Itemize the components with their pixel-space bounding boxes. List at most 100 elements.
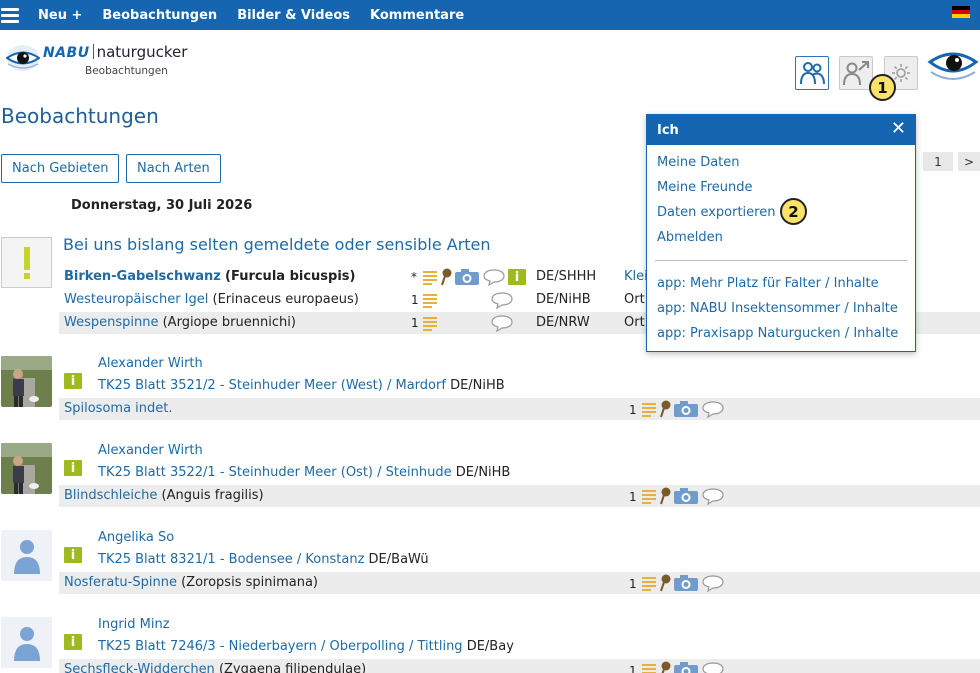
location-line: TK25 Blatt 7246/3 - Niederbayern / Oberp… [98, 639, 514, 654]
info-icon[interactable]: i [508, 269, 526, 285]
avatar[interactable] [1, 443, 52, 494]
comment-icon[interactable] [701, 487, 725, 505]
avatar[interactable] [1, 530, 52, 581]
observer-link[interactable]: Alexander Wirth [98, 443, 203, 458]
species-name: Birken-Gabelschwanz (Furcula bicuspis) [64, 269, 356, 284]
camera-icon[interactable] [673, 487, 699, 505]
info-icon[interactable]: i [64, 373, 82, 389]
logo-subtitle: Beobachtungen [85, 65, 168, 77]
species-name: Blindschleiche (Anguis fragilis) [64, 488, 264, 503]
table-row: Blindschleiche (Anguis fragilis) 1 [59, 485, 980, 507]
location-line: TK25 Blatt 3522/1 - Steinhuder Meer (Ost… [98, 465, 511, 480]
list-icon[interactable] [422, 292, 438, 308]
by-species-button[interactable]: Nach Arten [126, 154, 221, 183]
info-icon[interactable]: i [64, 460, 82, 476]
menu-item-app-falter[interactable]: app: Mehr Platz für Falter / Inhalte [657, 276, 879, 291]
close-icon[interactable]: ✕ [891, 119, 906, 139]
row-icons [641, 400, 725, 418]
comment-icon[interactable] [490, 291, 514, 309]
dropdown-header: Ich ✕ [647, 115, 915, 145]
camera-icon[interactable] [673, 661, 699, 673]
menu-item-my-data[interactable]: Meine Daten [657, 155, 740, 170]
location-link[interactable]: TK25 Blatt 3522/1 - Steinhuder Meer (Ost… [98, 465, 452, 480]
camera-icon[interactable] [673, 400, 699, 418]
comment-icon[interactable] [701, 574, 725, 592]
pin-icon[interactable] [659, 661, 671, 673]
comment-icon[interactable] [701, 661, 725, 673]
menu-item-my-friends[interactable]: Meine Freunde [657, 180, 753, 195]
nav-new[interactable]: Neu + [38, 8, 82, 23]
row-icons [422, 291, 514, 309]
row-icons [641, 487, 725, 505]
location-link[interactable]: TK25 Blatt 7246/3 - Niederbayern / Oberp… [98, 639, 463, 654]
species-name: Wespenspinne (Argiope bruennichi) [64, 315, 296, 330]
observer-photo-icon [1, 443, 52, 494]
species-link[interactable]: Sechsfleck-Widderchen [64, 662, 215, 673]
species-link[interactable]: Westeuropäischer Igel [64, 292, 208, 307]
by-area-button[interactable]: Nach Gebieten [1, 154, 120, 183]
nav-observations[interactable]: Beobachtungen [102, 8, 217, 23]
people-icon [800, 62, 825, 85]
region-code: DE/NRW [536, 315, 590, 330]
camera-icon[interactable] [454, 268, 480, 286]
species-name: Nosferatu-Spinne (Zoropsis spinimana) [64, 575, 318, 590]
page-title: Beobachtungen [1, 104, 159, 128]
pager-next[interactable]: > [958, 152, 980, 171]
user-avatar-eye-icon[interactable] [927, 40, 979, 92]
menu-item-export-data[interactable]: Daten exportieren [657, 205, 775, 220]
row-icons [422, 314, 514, 332]
exclamation-icon [1, 237, 52, 288]
pin-icon[interactable] [659, 574, 671, 592]
camera-icon[interactable] [673, 574, 699, 592]
list-icon[interactable] [641, 662, 657, 673]
region-code: DE/SHHH [536, 269, 597, 284]
species-link[interactable]: Nosferatu-Spinne [64, 575, 177, 590]
species-link[interactable]: Wespenspinne [64, 315, 158, 330]
table-row: Sechsfleck-Widderchen (Zygaena filipendu… [59, 659, 980, 673]
avatar[interactable] [1, 356, 52, 407]
step-marker-1: 1 [869, 74, 896, 101]
dropdown-divider [655, 260, 907, 261]
avatar[interactable] [1, 617, 52, 668]
species-link[interactable]: Spilosoma indet. [64, 401, 173, 416]
rare-species-heading: Bei uns bislang selten gemeldete oder se… [63, 235, 491, 254]
menu-item-logout[interactable]: Abmelden [657, 230, 723, 245]
place-text: Ort [624, 315, 645, 330]
location-link[interactable]: TK25 Blatt 8321/1 - Bodensee / Konstanz [98, 552, 364, 567]
nav-comments[interactable]: Kommentare [370, 8, 464, 23]
info-icon[interactable]: i [64, 634, 82, 650]
menu-item-app-praxisapp[interactable]: app: Praxisapp Naturgucken / Inhalte [657, 326, 898, 341]
observer-link[interactable]: Ingrid Minz [98, 617, 170, 632]
table-row: Nosferatu-Spinne (Zoropsis spinimana) 1 [59, 572, 980, 594]
comment-icon[interactable] [482, 268, 506, 286]
species-link[interactable]: Blindschleiche [64, 488, 157, 503]
list-icon[interactable] [422, 315, 438, 331]
menu-icon[interactable] [1, 7, 19, 23]
menu-item-app-insektensommer[interactable]: app: NABU Insektensommer / Inhalte [657, 301, 898, 316]
count: 1 [629, 403, 637, 417]
list-icon[interactable] [641, 575, 657, 591]
observer-link[interactable]: Angelika So [98, 530, 174, 545]
pin-icon[interactable] [659, 487, 671, 505]
friends-button[interactable] [795, 56, 829, 90]
list-icon[interactable] [422, 269, 438, 285]
list-icon[interactable] [641, 401, 657, 417]
site-logo[interactable]: NABU naturgucker Beobachtungen [6, 43, 187, 77]
place-link[interactable]: Klei [624, 269, 648, 284]
region-code: DE/NiHB [536, 292, 591, 307]
pin-icon[interactable] [440, 268, 452, 286]
species-link[interactable]: Birken-Gabelschwanz [64, 269, 221, 284]
count: 1 [411, 293, 419, 307]
profile-link-button[interactable] [839, 56, 873, 90]
pin-icon[interactable] [659, 400, 671, 418]
list-icon[interactable] [641, 488, 657, 504]
info-icon[interactable]: i [64, 547, 82, 563]
location-link[interactable]: TK25 Blatt 3521/2 - Steinhuder Meer (Wes… [98, 378, 446, 393]
user-menu-dropdown: Ich ✕ Meine Daten Meine Freunde Daten ex… [646, 114, 916, 352]
nav-pictures-videos[interactable]: Bilder & Videos [237, 8, 350, 23]
pager-page-1[interactable]: 1 [923, 152, 953, 171]
comment-icon[interactable] [701, 400, 725, 418]
german-flag-icon[interactable] [952, 6, 970, 18]
observer-link[interactable]: Alexander Wirth [98, 356, 203, 371]
comment-icon[interactable] [490, 314, 514, 332]
